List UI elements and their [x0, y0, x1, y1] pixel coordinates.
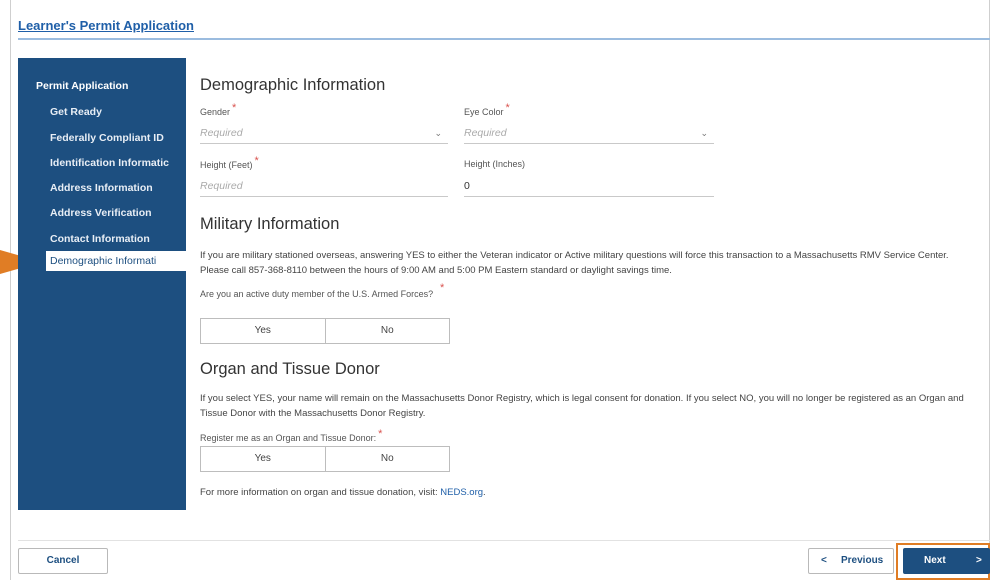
- height-inches-input[interactable]: 0: [464, 175, 714, 197]
- sidebar: Permit Application Get Ready Federally C…: [18, 58, 188, 510]
- eye-color-select[interactable]: Required ⌄: [464, 122, 714, 144]
- donor-toggle[interactable]: Yes No: [200, 446, 450, 472]
- page-title: Learner's Permit Application: [18, 18, 194, 33]
- active-duty-question: Are you an active duty member of the U.S…: [200, 282, 445, 299]
- sidebar-item-demographic-information[interactable]: Demographic Informati: [46, 251, 188, 271]
- neds-link[interactable]: NEDS.org: [440, 487, 483, 498]
- military-notice-text: If you are military stationed overseas, …: [200, 250, 949, 276]
- height-inches-label: Height (Inches): [464, 159, 526, 169]
- demographic-section-title: Demographic Information: [200, 76, 386, 94]
- donor-notice-text: If you select YES, your name will remain…: [200, 393, 964, 419]
- sidebar-item-identification-information[interactable]: Identification Informatic: [50, 155, 186, 171]
- gender-select[interactable]: Required ⌄: [200, 122, 448, 144]
- height-feet-input[interactable]: Required: [200, 175, 448, 197]
- title-divider: [18, 38, 990, 40]
- donor-more-info: For more information on organ and tissue…: [200, 487, 486, 498]
- footer-divider: [18, 540, 990, 541]
- chevron-down-icon: ⌄: [434, 128, 442, 138]
- eye-color-label: Eye Color *: [464, 102, 510, 117]
- active-duty-toggle[interactable]: Yes No: [200, 318, 450, 344]
- chevron-right-icon: >: [976, 555, 982, 566]
- sidebar-item-address-information[interactable]: Address Information: [50, 180, 186, 196]
- chevron-down-icon: ⌄: [700, 128, 708, 138]
- sidebar-item-get-ready[interactable]: Get Ready: [50, 104, 186, 120]
- previous-button[interactable]: < Previous: [808, 548, 894, 574]
- donor-no-button[interactable]: No: [324, 447, 450, 471]
- donor-yes-button[interactable]: Yes: [201, 447, 325, 471]
- military-section-title: Military Information: [200, 215, 340, 233]
- active-duty-yes-button[interactable]: Yes: [201, 319, 325, 343]
- active-duty-no-button[interactable]: No: [324, 319, 450, 343]
- sidebar-item-contact-information[interactable]: Contact Information: [50, 231, 186, 247]
- cancel-button[interactable]: Cancel: [18, 548, 108, 574]
- height-feet-label: Height (Feet) *: [200, 155, 259, 170]
- sidebar-item-federally-compliant-id[interactable]: Federally Compliant ID: [50, 130, 186, 146]
- gender-label: Gender *: [200, 102, 237, 117]
- donor-section-title: Organ and Tissue Donor: [200, 360, 380, 378]
- next-button[interactable]: Next >: [903, 548, 990, 574]
- sidebar-item-address-verification[interactable]: Address Verification: [50, 205, 186, 221]
- sidebar-heading: Permit Application: [36, 80, 129, 92]
- main-content: Demographic Information Gender * Required…: [186, 58, 990, 510]
- donor-question: Register me as an Organ and Tissue Donor…: [200, 428, 383, 443]
- chevron-left-icon: <: [821, 555, 827, 566]
